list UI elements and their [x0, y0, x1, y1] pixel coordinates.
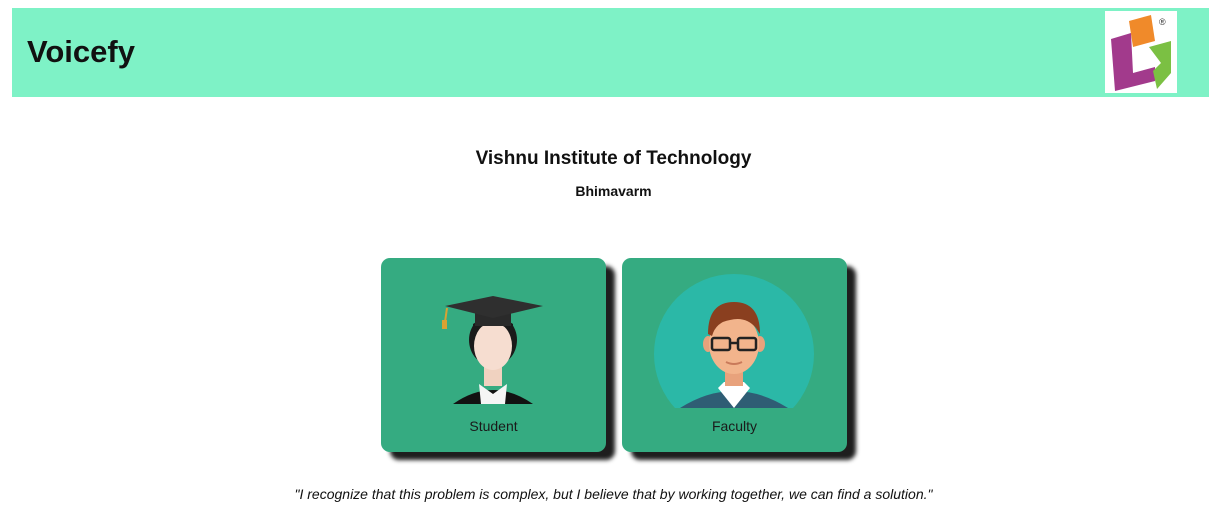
app-title: Voicefy [27, 34, 135, 69]
institution-name: Vishnu Institute of Technology [475, 148, 752, 169]
quote-text: "I recognize that this problem is comple… [294, 486, 933, 502]
student-card[interactable]: Student [381, 258, 606, 452]
institution-city: Bhimavarm [575, 183, 652, 199]
svg-text:®: ® [1159, 17, 1166, 27]
logo[interactable]: ® [1105, 11, 1177, 93]
faculty-card[interactable]: Faculty [622, 258, 847, 452]
student-label: Student [469, 418, 518, 434]
faculty-label: Faculty [711, 418, 758, 434]
voicefy-logo-icon: ® [1111, 15, 1171, 91]
app-header: Voicefy ® [12, 8, 1209, 97]
